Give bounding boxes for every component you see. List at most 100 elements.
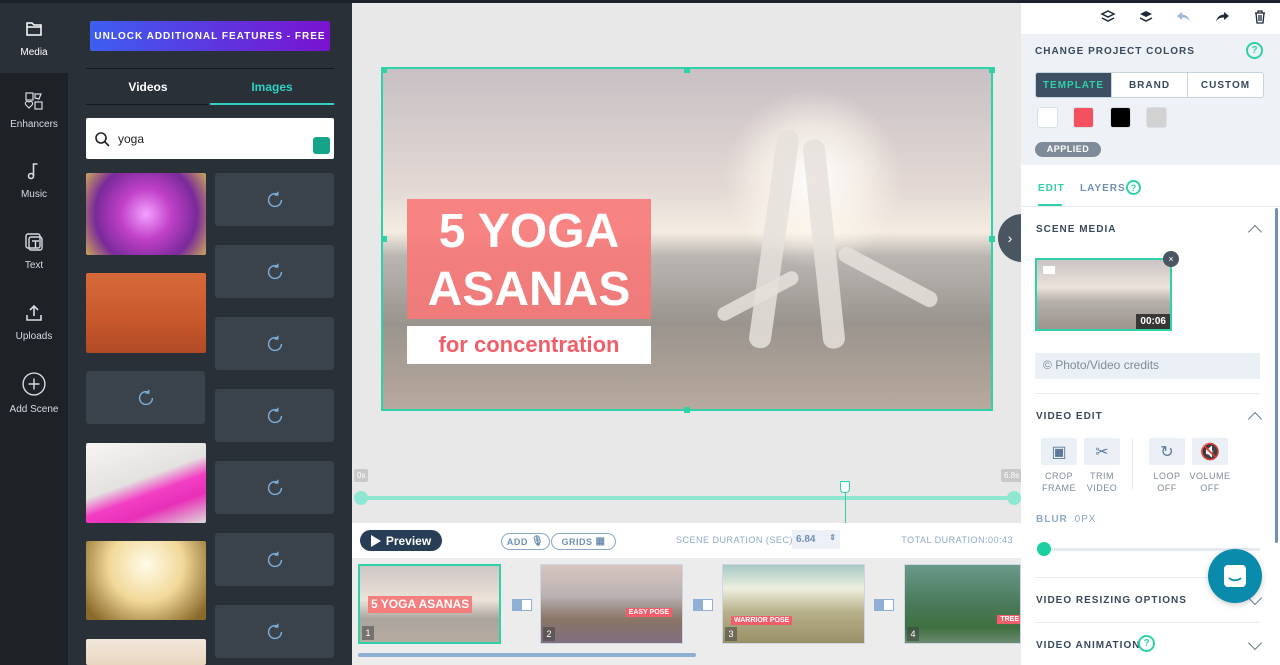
stepper-icon[interactable]: ⇕: [829, 533, 836, 542]
grammarly-icon[interactable]: [313, 137, 330, 154]
tab-layers[interactable]: LAYERS: [1080, 183, 1126, 194]
rail-label: Music: [20, 188, 48, 200]
resize-handle[interactable]: [989, 67, 995, 73]
volume-label: VOLUME OFF: [1185, 470, 1235, 494]
layer-forward-icon[interactable]: [1138, 9, 1154, 25]
tab-edit[interactable]: EDIT: [1038, 183, 1065, 194]
image-result-loading: [215, 173, 334, 226]
title-text-box[interactable]: 5 YOGA ASANAS: [407, 199, 651, 319]
help-icon[interactable]: ?: [1126, 180, 1141, 195]
redo-icon[interactable]: [1214, 9, 1230, 25]
resize-handle[interactable]: [989, 236, 995, 242]
search-box: [86, 118, 334, 159]
rail-item-add-scene[interactable]: Add Scene: [0, 358, 68, 428]
scene-thumbnail[interactable]: EASY POSE 2: [540, 564, 683, 644]
image-result[interactable]: [86, 273, 206, 353]
scene-thumbnail[interactable]: TREE 4: [904, 564, 1021, 644]
chat-icon: [1224, 565, 1246, 587]
help-icon[interactable]: ?: [1138, 635, 1155, 652]
loading-icon: [138, 389, 153, 405]
filmstrip-scrollbar[interactable]: [358, 653, 696, 657]
rail-item-text[interactable]: Text: [0, 216, 68, 286]
trash-icon[interactable]: [1252, 9, 1268, 25]
icon-rail: Media Enhancers Music Text Uploads Add S…: [0, 3, 68, 665]
scene-media-thumbnail[interactable]: 00:06: [1035, 258, 1172, 331]
video-resizing-title[interactable]: VIDEO RESIZING OPTIONS: [1036, 595, 1187, 606]
help-icon[interactable]: ?: [1246, 42, 1263, 59]
chevron-down-icon[interactable]: [1247, 635, 1263, 651]
color-swatch[interactable]: [1146, 107, 1167, 128]
project-colors-section: CHANGE PROJECT COLORS ? TEMPLATE BRAND C…: [1021, 34, 1280, 165]
image-result[interactable]: [86, 443, 206, 523]
rail-item-music[interactable]: Music: [0, 145, 68, 215]
blur-slider-handle[interactable]: [1037, 542, 1051, 556]
transition-icon[interactable]: [874, 599, 894, 611]
tab-videos[interactable]: Videos: [86, 75, 210, 105]
image-result-loading: [215, 389, 334, 442]
video-animation-title[interactable]: VIDEO ANIMATION: [1036, 640, 1140, 651]
preview-button[interactable]: Preview: [360, 530, 442, 551]
scene-duration-input[interactable]: 6.84 ⇕: [792, 530, 840, 549]
loading-icon: [267, 407, 282, 423]
folder-icon: [26, 21, 42, 36]
image-result[interactable]: [86, 639, 206, 665]
transition-icon[interactable]: [512, 599, 532, 611]
rail-item-enhancers[interactable]: Enhancers: [0, 75, 68, 145]
video-camera-icon: [1043, 266, 1055, 274]
transition-icon[interactable]: [693, 599, 713, 611]
chevron-up-icon[interactable]: [1247, 224, 1263, 240]
chevron-up-icon[interactable]: [1247, 411, 1263, 427]
rail-item-media[interactable]: Media: [0, 3, 68, 73]
search-icon: [95, 131, 110, 147]
plus-circle-icon: [22, 371, 46, 396]
color-tab-template[interactable]: TEMPLATE: [1036, 73, 1111, 97]
resize-handle[interactable]: [684, 407, 690, 413]
timeline-end-handle[interactable]: [1007, 491, 1021, 505]
chat-support-button[interactable]: [1208, 549, 1262, 603]
timeline-start-handle[interactable]: [354, 491, 368, 505]
trim-video-button[interactable]: ✂: [1084, 438, 1120, 465]
scene-canvas[interactable]: 5 YOGA ASANAS for concentration: [381, 67, 993, 411]
remove-media-icon[interactable]: ×: [1163, 251, 1179, 267]
resize-handle[interactable]: [381, 67, 387, 73]
resize-handle[interactable]: [684, 67, 690, 73]
color-swatch[interactable]: [1037, 107, 1058, 128]
undo-icon[interactable]: [1176, 9, 1192, 25]
image-result[interactable]: [86, 173, 206, 255]
resize-handle[interactable]: [381, 236, 387, 242]
volume-button[interactable]: 🔇: [1192, 438, 1228, 465]
panel-scrollbar[interactable]: [1275, 208, 1278, 543]
music-note-icon: [27, 162, 38, 179]
microphone-icon: 🎙: [530, 536, 545, 547]
divider: [86, 68, 334, 69]
color-swatch[interactable]: [1073, 107, 1094, 128]
layer-backward-icon[interactable]: [1100, 9, 1116, 25]
scene-caption: EASY POSE: [625, 608, 672, 617]
photo-credits-field[interactable]: © Photo/Video credits: [1035, 353, 1260, 379]
subtitle-text-box[interactable]: for concentration: [407, 326, 651, 364]
crop-frame-button[interactable]: ▣: [1041, 438, 1077, 465]
image-result[interactable]: [86, 541, 206, 620]
preview-label: Preview: [385, 533, 432, 548]
loading-icon: [267, 551, 282, 567]
color-swatch[interactable]: [1110, 107, 1131, 128]
unlock-features-button[interactable]: UNLOCK ADDITIONAL FEATURES - FREE: [90, 21, 330, 51]
loop-icon: ↻: [1160, 443, 1174, 461]
scene-thumbnail[interactable]: 5 YOGA ASANAS 1: [358, 564, 501, 644]
color-source-tabs: TEMPLATE BRAND CUSTOM: [1035, 72, 1264, 98]
search-input[interactable]: [118, 131, 298, 146]
rail-item-uploads[interactable]: Uploads: [0, 287, 68, 357]
add-voiceover-button[interactable]: ADD 🎙: [501, 533, 550, 550]
image-result-loading: [215, 317, 334, 370]
tab-images[interactable]: Images: [210, 75, 334, 105]
color-tab-custom[interactable]: CUSTOM: [1187, 73, 1263, 97]
timeline-track[interactable]: [360, 496, 1015, 500]
rail-label: Add Scene: [9, 403, 59, 415]
loop-button[interactable]: ↻: [1149, 438, 1185, 465]
trim-video-label: TRIM VIDEO: [1077, 470, 1127, 494]
mute-icon: 🔇: [1200, 443, 1220, 461]
image-result-loading: [86, 371, 205, 424]
scene-thumbnail[interactable]: WARRIOR POSE 3: [722, 564, 865, 644]
color-tab-brand[interactable]: BRAND: [1111, 73, 1187, 97]
grids-button[interactable]: GRIDS ▦: [551, 533, 616, 550]
